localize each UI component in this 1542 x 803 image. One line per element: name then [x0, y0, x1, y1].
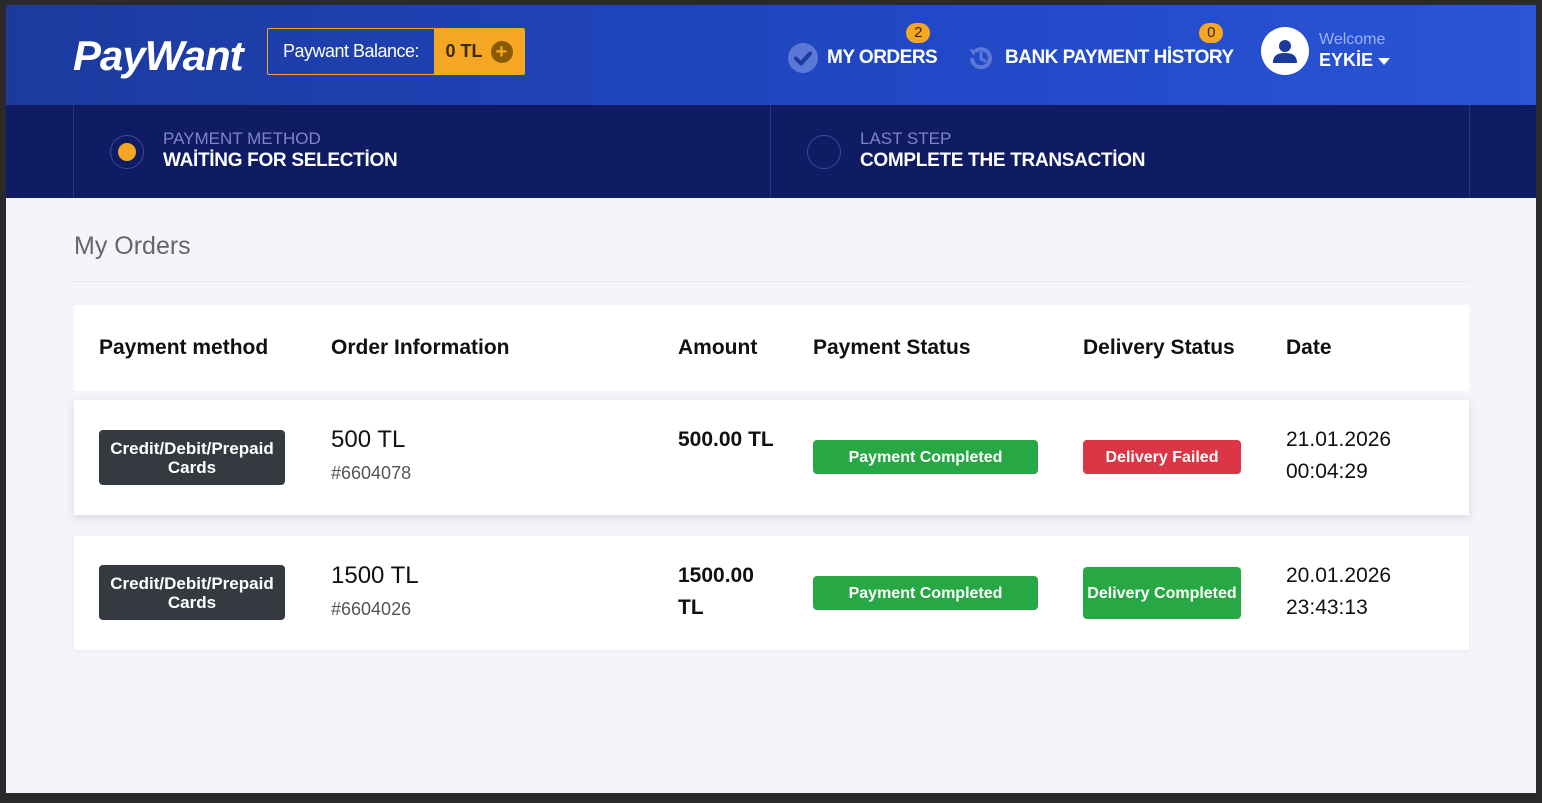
column-header: Amount — [678, 336, 758, 359]
payment-status-badge: Payment Completed — [813, 440, 1038, 474]
step-inactive-indicator — [807, 135, 841, 169]
step-active-indicator — [110, 135, 144, 169]
column-header: Order Information — [331, 336, 510, 359]
amount: 500.00 TL — [678, 428, 774, 451]
balance-label: Paywant Balance: — [282, 41, 420, 61]
table-header: Payment method Order Information Amount … — [74, 305, 1469, 391]
nav-bank-payment-history-label: BANK PAYMENT HİSTORY — [1005, 47, 1234, 68]
user-menu[interactable]: Welcome EYKİE — [1261, 27, 1391, 75]
order-amount: 1500 TL — [331, 562, 419, 589]
column-header: Date — [1286, 336, 1332, 359]
nav-my-orders[interactable]: MY ORDERS 2 — [788, 23, 938, 75]
top-navbar: PayWant Paywant Balance: 0 TL + MY ORDER… — [6, 5, 1536, 105]
nav-my-orders-label: MY ORDERS — [827, 47, 938, 68]
user-info: Welcome EYKİE — [1319, 31, 1391, 71]
order-amount: 500 TL — [331, 426, 406, 453]
step-last-step: LAST STEP COMPLETE THE TRANSACTİON — [770, 105, 1470, 198]
balance-widget: Paywant Balance: 0 TL + — [267, 28, 525, 75]
orders-count-badge: 2 — [906, 23, 930, 43]
payment-method-badge: Credit/Debit/Prepaid Cards — [99, 565, 285, 620]
column-header: Payment method — [99, 336, 269, 359]
order-date: 20.01.2026 — [1286, 564, 1392, 587]
payment-status-badge: Payment Completed — [813, 576, 1038, 610]
column-header: Payment Status — [813, 336, 971, 359]
step-payment-method: PAYMENT METHOD WAİTİNG FOR SELECTİON — [73, 105, 771, 198]
chevron-down-icon — [1378, 57, 1391, 65]
delivery-status-badge: Delivery Completed — [1083, 567, 1241, 619]
history-count-badge: 0 — [1199, 23, 1223, 43]
order-date: 21.01.2026 — [1286, 428, 1392, 451]
delivery-status-badge: Delivery Failed — [1083, 440, 1241, 474]
order-id: #6604026 — [331, 599, 412, 619]
divider — [74, 281, 1469, 282]
step-status: WAİTİNG FOR SELECTİON — [163, 150, 398, 171]
page-title: My Orders — [74, 232, 191, 260]
table-row[interactable]: Credit/Debit/Prepaid Cards 1500 TL #6604… — [74, 536, 1469, 650]
step-status: COMPLETE THE TRANSACTİON — [860, 150, 1146, 171]
nav-bank-payment-history[interactable]: BANK PAYMENT HİSTORY 0 — [966, 23, 1234, 75]
history-icon — [966, 43, 996, 73]
welcome-text: Welcome — [1319, 31, 1386, 48]
user-icon — [1261, 27, 1309, 75]
balance-value: 0 TL — [445, 41, 483, 61]
app-frame: PayWant Paywant Balance: 0 TL + MY ORDER… — [6, 5, 1536, 793]
order-time: 23:43:13 — [1286, 596, 1368, 619]
table-row[interactable]: Credit/Debit/Prepaid Cards 500 TL #66040… — [74, 400, 1469, 515]
order-id: #6604078 — [331, 463, 412, 483]
step-title: LAST STEP — [860, 129, 952, 148]
payment-method-badge: Credit/Debit/Prepaid Cards — [99, 430, 285, 485]
plus-circle-icon: + — [490, 40, 513, 63]
add-balance-button[interactable]: 0 TL + — [434, 29, 524, 74]
checkout-steps: PAYMENT METHOD WAİTİNG FOR SELECTİON LAS… — [6, 105, 1536, 198]
amount: 1500.00 TL — [678, 564, 754, 619]
order-time: 00:04:29 — [1286, 460, 1368, 483]
paywant-logo[interactable]: PayWant — [73, 35, 244, 77]
step-title: PAYMENT METHOD — [163, 129, 321, 148]
column-header: Delivery Status — [1083, 336, 1235, 359]
username: EYKİE — [1319, 50, 1374, 70]
check-circle-icon — [788, 43, 818, 73]
